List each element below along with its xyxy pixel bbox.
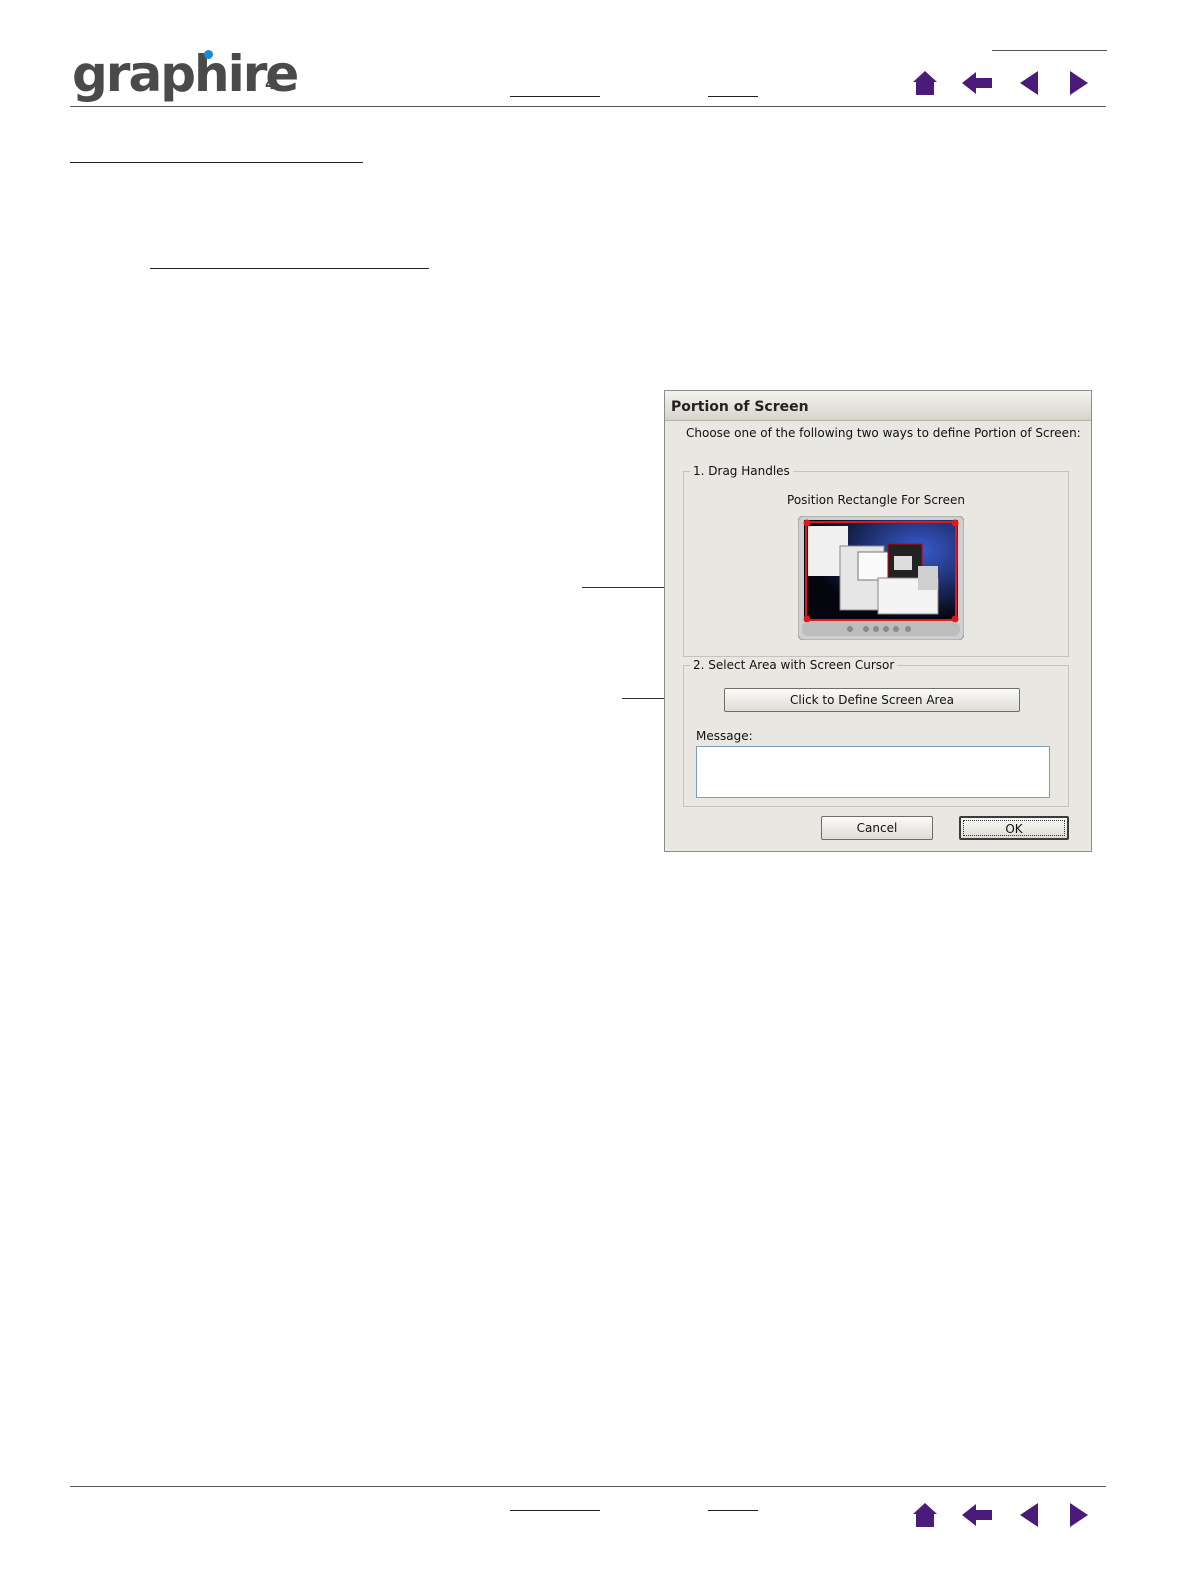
footer-index-link[interactable]	[708, 1510, 758, 1511]
graphire-logo: graphire 4	[72, 44, 299, 104]
previous-page-icon[interactable]	[1014, 68, 1044, 98]
previous-page-icon[interactable]	[1014, 1500, 1044, 1530]
header-divider	[70, 106, 1106, 107]
next-page-icon[interactable]	[1064, 68, 1094, 98]
select-area-group: 2. Select Area with Screen Cursor Click …	[683, 658, 1069, 807]
header-top-rule	[992, 50, 1107, 51]
footer-contents-link[interactable]	[510, 1510, 600, 1511]
next-page-icon[interactable]	[1064, 1500, 1094, 1530]
logo-superscript: 4	[265, 75, 276, 93]
home-icon[interactable]	[910, 68, 940, 98]
home-icon[interactable]	[910, 1500, 940, 1530]
message-label: Message:	[696, 729, 753, 743]
footer-divider	[70, 1486, 1106, 1487]
logo-dot	[204, 50, 213, 59]
drag-handles-group: 1. Drag Handles Position Rectangle For S…	[683, 464, 1069, 657]
dialog-body: Choose one of the following two ways to …	[667, 421, 1089, 849]
message-field[interactable]	[696, 746, 1050, 798]
top-navigation	[910, 68, 1094, 98]
position-rectangle-caption: Position Rectangle For Screen	[787, 493, 965, 507]
index-link[interactable]	[708, 96, 758, 97]
select-area-label: 2. Select Area with Screen Cursor	[690, 658, 898, 672]
subsection-link[interactable]	[150, 268, 429, 269]
ok-button-label: OK	[963, 820, 1065, 836]
logo-wordmark: graphire	[72, 45, 299, 103]
bottom-navigation	[910, 1500, 1094, 1530]
portion-of-screen-dialog: Portion of Screen Choose one of the foll…	[664, 390, 1092, 852]
section-link[interactable]	[70, 162, 363, 163]
drag-handles-label: 1. Drag Handles	[690, 464, 793, 478]
back-arrow-icon[interactable]	[960, 1500, 994, 1530]
dialog-title: Portion of Screen	[665, 391, 1091, 421]
define-screen-area-button[interactable]: Click to Define Screen Area	[724, 688, 1020, 712]
cancel-button[interactable]: Cancel	[821, 816, 933, 840]
monitor-preview[interactable]	[797, 515, 965, 641]
dialog-instruction: Choose one of the following two ways to …	[686, 426, 1081, 440]
contents-link[interactable]	[510, 96, 600, 97]
ok-button[interactable]: OK	[959, 816, 1069, 840]
back-arrow-icon[interactable]	[960, 68, 994, 98]
